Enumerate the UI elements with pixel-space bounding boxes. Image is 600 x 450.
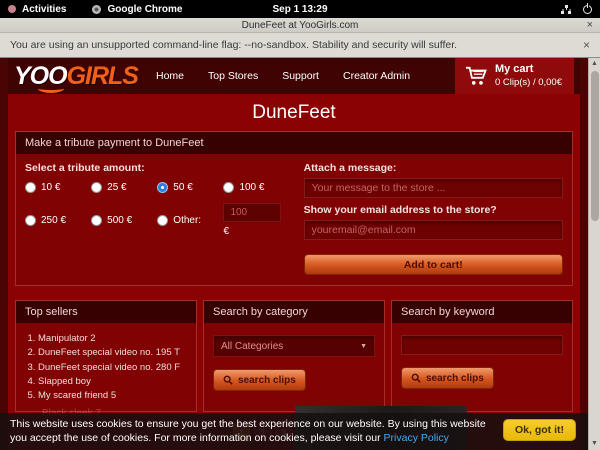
nav-item-top-stores[interactable]: Top Stores xyxy=(208,70,258,82)
search-clips-keyword-button[interactable]: search clips xyxy=(401,367,494,389)
other-amount-input[interactable] xyxy=(223,203,281,222)
tribute-panel: Make a tribute payment to DuneFeet Selec… xyxy=(15,131,573,286)
cart-icon xyxy=(465,66,487,86)
cookie-accept-button[interactable]: Ok, got it! xyxy=(503,419,576,441)
amount-radio-50[interactable] xyxy=(157,182,168,193)
nav-item-creator-admin[interactable]: Creator Admin xyxy=(343,70,410,82)
email-input[interactable] xyxy=(304,220,563,240)
gnome-top-bar: Activities Google Chrome Sep 1 13:29 xyxy=(0,0,600,18)
category-select[interactable]: All Categories ▼ xyxy=(213,335,375,357)
amount-option-50[interactable]: 50 € xyxy=(157,182,223,193)
amount-option-25[interactable]: 25 € xyxy=(91,182,157,193)
activities-button[interactable]: Activities xyxy=(22,4,66,15)
page-container: YOOGIRLS Home Top Stores Support Creator… xyxy=(8,58,580,450)
scroll-down-icon[interactable]: ▼ xyxy=(589,438,600,450)
email-label: Show your email address to the store? xyxy=(304,204,563,216)
search-clips-category-button[interactable]: search clips xyxy=(213,369,306,391)
page-title: DuneFeet xyxy=(8,94,580,131)
list-item[interactable]: DuneFeet special video no. 195 T xyxy=(38,346,188,360)
amount-option-other[interactable]: Other: xyxy=(157,203,223,237)
top-sellers-panel: Top sellers Manipulator 2 DuneFeet speci… xyxy=(15,300,197,412)
focused-app-menu[interactable]: Google Chrome xyxy=(107,4,182,15)
main-nav: Home Top Stores Support Creator Admin xyxy=(156,70,410,82)
amount-option-250[interactable]: 250 € xyxy=(25,203,91,237)
privacy-policy-link[interactable]: Privacy Policy xyxy=(384,432,449,444)
amount-radio-other[interactable] xyxy=(157,215,168,226)
scrollbar[interactable]: ▲ ▼ xyxy=(588,58,600,450)
site-header: YOOGIRLS Home Top Stores Support Creator… xyxy=(8,58,580,94)
activities-indicator-icon xyxy=(8,5,16,13)
search-icon xyxy=(411,373,421,383)
amount-radio-250[interactable] xyxy=(25,215,36,226)
top-sellers-list: Manipulator 2 DuneFeet special video no.… xyxy=(16,323,196,411)
amount-label: Select a tribute amount: xyxy=(25,162,290,174)
amount-radio-10[interactable] xyxy=(25,182,36,193)
my-cart-widget[interactable]: My cart 0 Clip(s) / 0,00€ xyxy=(455,58,574,94)
nav-item-home[interactable]: Home xyxy=(156,70,184,82)
clock[interactable]: Sep 1 13:29 xyxy=(0,4,600,15)
chrome-icon xyxy=(92,5,101,14)
scroll-up-icon[interactable]: ▲ xyxy=(589,58,600,70)
amount-option-10[interactable]: 10 € xyxy=(25,182,91,193)
chrome-infobar: You are using an unsupported command-lin… xyxy=(0,33,600,58)
site-logo[interactable]: YOOGIRLS xyxy=(14,62,138,91)
add-to-cart-button[interactable]: Add to cart! xyxy=(304,254,563,275)
window-title-bar: DuneFeet at YooGirls.com × xyxy=(0,18,600,33)
cart-title: My cart xyxy=(495,63,562,77)
infobar-message: You are using an unsupported command-lin… xyxy=(10,39,457,51)
search-icon xyxy=(223,375,233,385)
amount-radio-500[interactable] xyxy=(91,215,102,226)
keyword-input[interactable] xyxy=(401,335,563,355)
amount-options: 10 € 25 € 50 € 100 € xyxy=(25,182,290,237)
amount-option-100[interactable]: 100 € xyxy=(223,182,289,193)
browser-viewport: ▲ ▼ YOOGIRLS Home Top Stores Support Cre… xyxy=(0,58,600,450)
list-item[interactable]: My scared friend 5 xyxy=(38,389,188,403)
scrollbar-thumb[interactable] xyxy=(591,71,599,221)
amount-radio-100[interactable] xyxy=(223,182,234,193)
search-category-header: Search by category xyxy=(204,301,384,323)
power-icon[interactable] xyxy=(583,5,592,14)
search-category-panel: Search by category All Categories ▼ sear… xyxy=(203,300,385,412)
amount-radio-25[interactable] xyxy=(91,182,102,193)
logo-girls: GIRLS xyxy=(67,62,138,91)
caret-down-icon: ▼ xyxy=(360,343,367,350)
list-item[interactable]: DuneFeet special video no. 280 F xyxy=(38,361,188,375)
window-close-icon[interactable]: × xyxy=(587,18,593,32)
cookie-banner: This website uses cookies to ensure you … xyxy=(0,413,600,450)
search-keyword-panel: Search by keyword search clips xyxy=(391,300,573,412)
logo-smile-icon xyxy=(38,84,64,93)
message-input[interactable] xyxy=(304,178,563,198)
list-item[interactable]: Slapped boy xyxy=(38,375,188,389)
list-item[interactable]: Manipulator 2 xyxy=(38,332,188,346)
top-sellers-header: Top sellers xyxy=(16,301,196,323)
cart-summary: 0 Clip(s) / 0,00€ xyxy=(495,77,562,89)
network-icon[interactable] xyxy=(561,5,571,14)
tribute-panel-header: Make a tribute payment to DuneFeet xyxy=(16,132,572,154)
window-title: DuneFeet at YooGirls.com xyxy=(242,20,359,31)
message-label: Attach a message: xyxy=(304,162,563,174)
search-keyword-header: Search by keyword xyxy=(392,301,572,323)
currency-label: € xyxy=(223,226,289,237)
nav-item-support[interactable]: Support xyxy=(282,70,319,82)
amount-option-500[interactable]: 500 € xyxy=(91,203,157,237)
infobar-close-icon[interactable]: × xyxy=(583,38,590,52)
